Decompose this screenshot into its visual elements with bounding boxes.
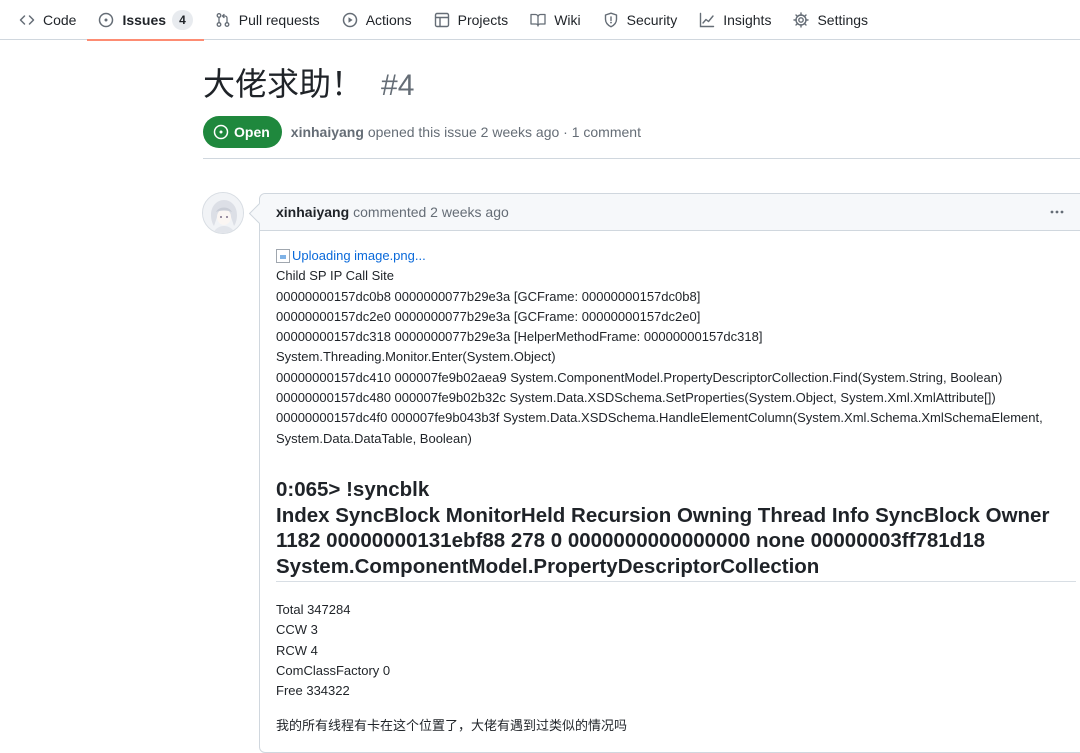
broken-image-icon: [276, 249, 290, 264]
issue-state-badge: Open: [203, 116, 282, 148]
stack-line: System.Data.DataTable, Boolean): [276, 430, 472, 446]
heading-divider: [276, 581, 1076, 582]
code-icon: [19, 14, 35, 25]
issue-meta: Open xinhaiyang opened this issue 2 week…: [203, 116, 1080, 148]
kebab-horizontal-icon: [1050, 210, 1064, 214]
tab-pull-requests[interactable]: Pull requests: [204, 0, 331, 40]
syncblk-line: System.ComponentModel.PropertyDescriptor…: [276, 554, 820, 578]
issue-opened-icon: [99, 12, 114, 27]
issue-meta-text: xinhaiyang opened this issue 2 weeks ago…: [291, 124, 641, 140]
comment-timestamp[interactable]: commented 2 weeks ago: [353, 204, 509, 220]
stat-line: Total 347284: [276, 602, 351, 617]
tab-insights[interactable]: Insights: [688, 0, 782, 40]
comment: xinhaiyang commented 2 weeks ago Uploadi…: [259, 193, 1080, 753]
tab-projects[interactable]: Projects: [423, 0, 520, 40]
tab-wiki[interactable]: Wiki: [519, 0, 591, 40]
syncblk-line: Index SyncBlock MonitorHeld Recursion Ow…: [276, 503, 1050, 527]
git-pull-request-icon: [216, 12, 230, 27]
stack-line: 00000000157dc480 000007fe9b02b32c System…: [276, 390, 996, 406]
tab-label: Actions: [365, 11, 412, 28]
table-icon: [434, 12, 449, 27]
stat-line: CCW 3: [276, 622, 318, 638]
comment-header: xinhaiyang commented 2 weeks ago: [260, 194, 1080, 231]
stat-line: Free 334322: [276, 683, 350, 699]
stat-line: ComClassFactory 0: [276, 662, 391, 678]
issue-state-label: Open: [234, 124, 270, 140]
stack-line: 00000000157dc4f0 000007fe9b043b3f System…: [276, 410, 1043, 426]
tab-label: Settings: [817, 11, 869, 28]
tab-code[interactable]: Code: [8, 0, 87, 40]
tab-label: Issues: [122, 11, 167, 28]
tab-issues[interactable]: Issues 4: [87, 0, 205, 41]
book-icon: [530, 13, 546, 27]
syncblk-heading: 0:065> !syncblk Index SyncBlock MonitorH…: [276, 477, 1076, 579]
syncblk-line: 1182 00000000131ebf88 278 0 000000000000…: [276, 529, 985, 553]
comment-body: Uploading image.png... Child SP IP Call …: [276, 246, 1076, 449]
stack-line: Child SP IP Call Site: [276, 268, 395, 284]
stack-line: 00000000157dc410 000007fe9b02aea9 System…: [276, 369, 1003, 385]
issue-meta-rest: opened this issue 2 weeks ago · 1 commen…: [367, 124, 641, 140]
syncblk-stats: Total 347284 CCW 3 RCW 4 ComClassFactory…: [276, 600, 390, 701]
tab-label: Projects: [457, 11, 509, 28]
graph-icon: [700, 12, 715, 27]
tab-label: Wiki: [554, 11, 581, 28]
issue-title-text: 大佬求助！: [203, 65, 364, 103]
gear-icon: [793, 11, 810, 28]
tab-actions[interactable]: Actions: [331, 0, 423, 40]
issue-header: 大佬求助！ #4 Open xinhaiyang opened this issu…: [203, 62, 1080, 148]
repo-nav: Code Issues 4 Pull requests Actions Proj…: [0, 0, 1080, 41]
stack-line: 00000000157dc0b8 0000000077b29e3a [GCFra…: [276, 288, 701, 304]
avatar-image: [203, 193, 243, 233]
tab-label: Code: [43, 11, 77, 28]
stack-line: System.Threading.Monitor.Enter(System.Ob…: [276, 349, 556, 365]
tab-label: Pull requests: [238, 11, 320, 28]
tab-security[interactable]: Security: [592, 0, 689, 40]
issue-number: #4: [381, 69, 415, 102]
issue-title: 大佬求助！ #4: [203, 62, 1080, 108]
uploading-image-link[interactable]: Uploading image.png...: [276, 246, 1076, 266]
comment-options-button[interactable]: [1046, 202, 1068, 222]
header-divider: [203, 158, 1080, 159]
avatar[interactable]: [202, 192, 244, 234]
tab-label: Insights: [723, 11, 772, 28]
issues-counter: 4: [172, 9, 193, 30]
comment-author-link[interactable]: xinhaiyang: [276, 204, 349, 220]
syncblk-line: 0:065> !syncblk: [276, 478, 430, 501]
tab-label: Security: [626, 11, 678, 28]
stack-line: 00000000157dc2e0 0000000077b29e3a [GCFra…: [276, 308, 701, 324]
shield-icon: [604, 12, 617, 27]
play-icon: [342, 12, 357, 27]
stack-line: 00000000157dc318 0000000077b29e3a [Helpe…: [276, 329, 763, 345]
issue-opened-icon: [213, 124, 229, 140]
comment-question: 我的所有线程有卡在这个位置了，大佬有遇到过类似的情况吗: [276, 719, 628, 734]
tab-settings[interactable]: Settings: [782, 0, 879, 40]
issue-author-link[interactable]: xinhaiyang: [291, 124, 364, 140]
uploading-image-text: Uploading image.png...: [292, 248, 426, 263]
stat-line: RCW 4: [276, 642, 318, 658]
